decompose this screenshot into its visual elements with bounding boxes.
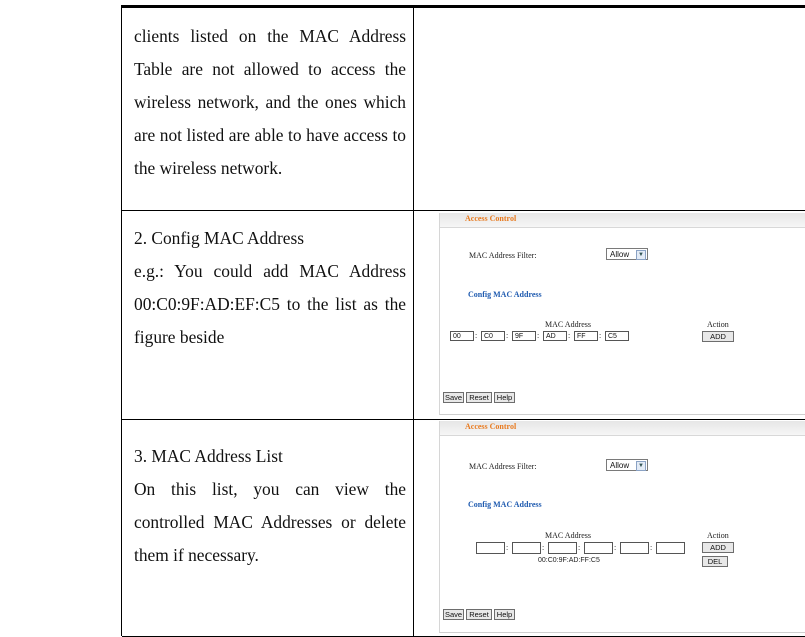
save-button[interactable]: Save	[443, 609, 464, 620]
text-line: them if necessary.	[134, 545, 259, 565]
config-mac-title: Config MAC Address	[468, 290, 542, 299]
config-mac-screenshot: Access Control MAC Address Filter: Allow…	[439, 213, 805, 415]
colon-separator: :	[599, 331, 602, 340]
colon-separator: :	[614, 543, 617, 552]
reset-button[interactable]: Reset	[466, 392, 492, 403]
mac-filter-select[interactable]: Allow ▼	[606, 248, 648, 260]
colon-separator: :	[475, 331, 478, 340]
description-cell: clients listed on the MAC Address Table …	[134, 20, 406, 185]
table-row-filter-description: clients listed on the MAC Address Table …	[122, 8, 805, 211]
text-line: e.g.: You could add MAC Address	[134, 261, 406, 281]
column-divider	[413, 211, 414, 419]
screenshot-header-bar: Access Control	[440, 421, 805, 436]
text-line: the wireless network.	[134, 158, 283, 178]
colon-separator: :	[568, 331, 571, 340]
mac-filter-label: MAC Address Filter:	[469, 251, 537, 260]
mac-list-screenshot: Access Control MAC Address Filter: Allow…	[439, 421, 805, 633]
step-heading: 2. Config MAC Address	[134, 228, 305, 248]
mac-octet-6-input[interactable]: C5	[605, 331, 629, 341]
access-control-title: Access Control	[465, 422, 517, 431]
colon-separator: :	[537, 331, 540, 340]
action-header: Action	[707, 531, 729, 540]
colon-separator: :	[542, 543, 545, 552]
column-divider	[413, 8, 414, 210]
mac-octet-1-input[interactable]	[476, 542, 505, 554]
text-line: 00:C0:9F:AD:EF:C5 to the list as the	[134, 294, 406, 314]
mac-address-header: MAC Address	[545, 320, 592, 329]
colon-separator: :	[506, 331, 509, 340]
mac-octet-5-input[interactable]: FF	[574, 331, 598, 341]
mac-octet-5-input[interactable]	[620, 542, 649, 554]
text-line: controlled MAC Addresses or delete	[134, 512, 406, 532]
text-line: clients listed on the MAC Address	[134, 26, 406, 46]
add-button[interactable]: ADD	[702, 331, 734, 342]
description-cell: 3. MAC Address List On this list, you ca…	[134, 440, 406, 572]
document-table: clients listed on the MAC Address Table …	[121, 5, 805, 637]
listed-mac-address: 00:C0:9F:AD:FF:C5	[538, 557, 600, 564]
screenshot-header-bar: Access Control	[440, 213, 805, 228]
mac-filter-value: Allow	[610, 461, 630, 470]
text-line: Table are not allowed to access the	[134, 59, 406, 79]
add-button[interactable]: ADD	[702, 542, 734, 553]
text-line: figure beside	[134, 327, 225, 347]
action-header: Action	[707, 320, 729, 329]
mac-octet-3-input[interactable]	[548, 542, 577, 554]
mac-octet-2-input[interactable]: C0	[481, 331, 505, 341]
chevron-down-icon[interactable]: ▼	[636, 461, 646, 471]
chevron-down-icon[interactable]: ▼	[636, 250, 646, 260]
colon-separator: :	[506, 543, 509, 552]
column-divider	[413, 420, 414, 636]
table-row-config-mac: 2. Config MAC Address e.g.: You could ad…	[122, 211, 805, 420]
table-row-mac-list: 3. MAC Address List On this list, you ca…	[122, 420, 805, 637]
save-button[interactable]: Save	[443, 392, 464, 403]
description-cell: 2. Config MAC Address e.g.: You could ad…	[134, 222, 406, 354]
mac-filter-value: Allow	[610, 250, 630, 259]
mac-octet-4-input[interactable]: AD	[543, 331, 567, 341]
help-button[interactable]: Help	[494, 392, 515, 403]
config-mac-title: Config MAC Address	[468, 500, 542, 509]
colon-separator: :	[578, 543, 581, 552]
mac-filter-label: MAC Address Filter:	[469, 462, 537, 471]
text-line: are not listed are able to have access t…	[134, 125, 406, 145]
mac-octet-4-input[interactable]	[584, 542, 613, 554]
mac-octet-6-input[interactable]	[656, 542, 685, 554]
help-button[interactable]: Help	[494, 609, 515, 620]
mac-octet-3-input[interactable]: 9F	[512, 331, 536, 341]
delete-button[interactable]: DEL	[702, 556, 728, 567]
mac-filter-select[interactable]: Allow ▼	[606, 459, 648, 471]
step-heading: 3. MAC Address List	[134, 446, 283, 466]
text-line: On this list, you can view the	[134, 479, 406, 499]
mac-octet-1-input[interactable]: 00	[450, 331, 474, 341]
reset-button[interactable]: Reset	[466, 609, 492, 620]
mac-octet-2-input[interactable]	[512, 542, 541, 554]
mac-address-header: MAC Address	[545, 531, 592, 540]
colon-separator: :	[650, 543, 653, 552]
access-control-title: Access Control	[465, 214, 517, 223]
text-line: wireless network, and the ones which	[134, 92, 406, 112]
